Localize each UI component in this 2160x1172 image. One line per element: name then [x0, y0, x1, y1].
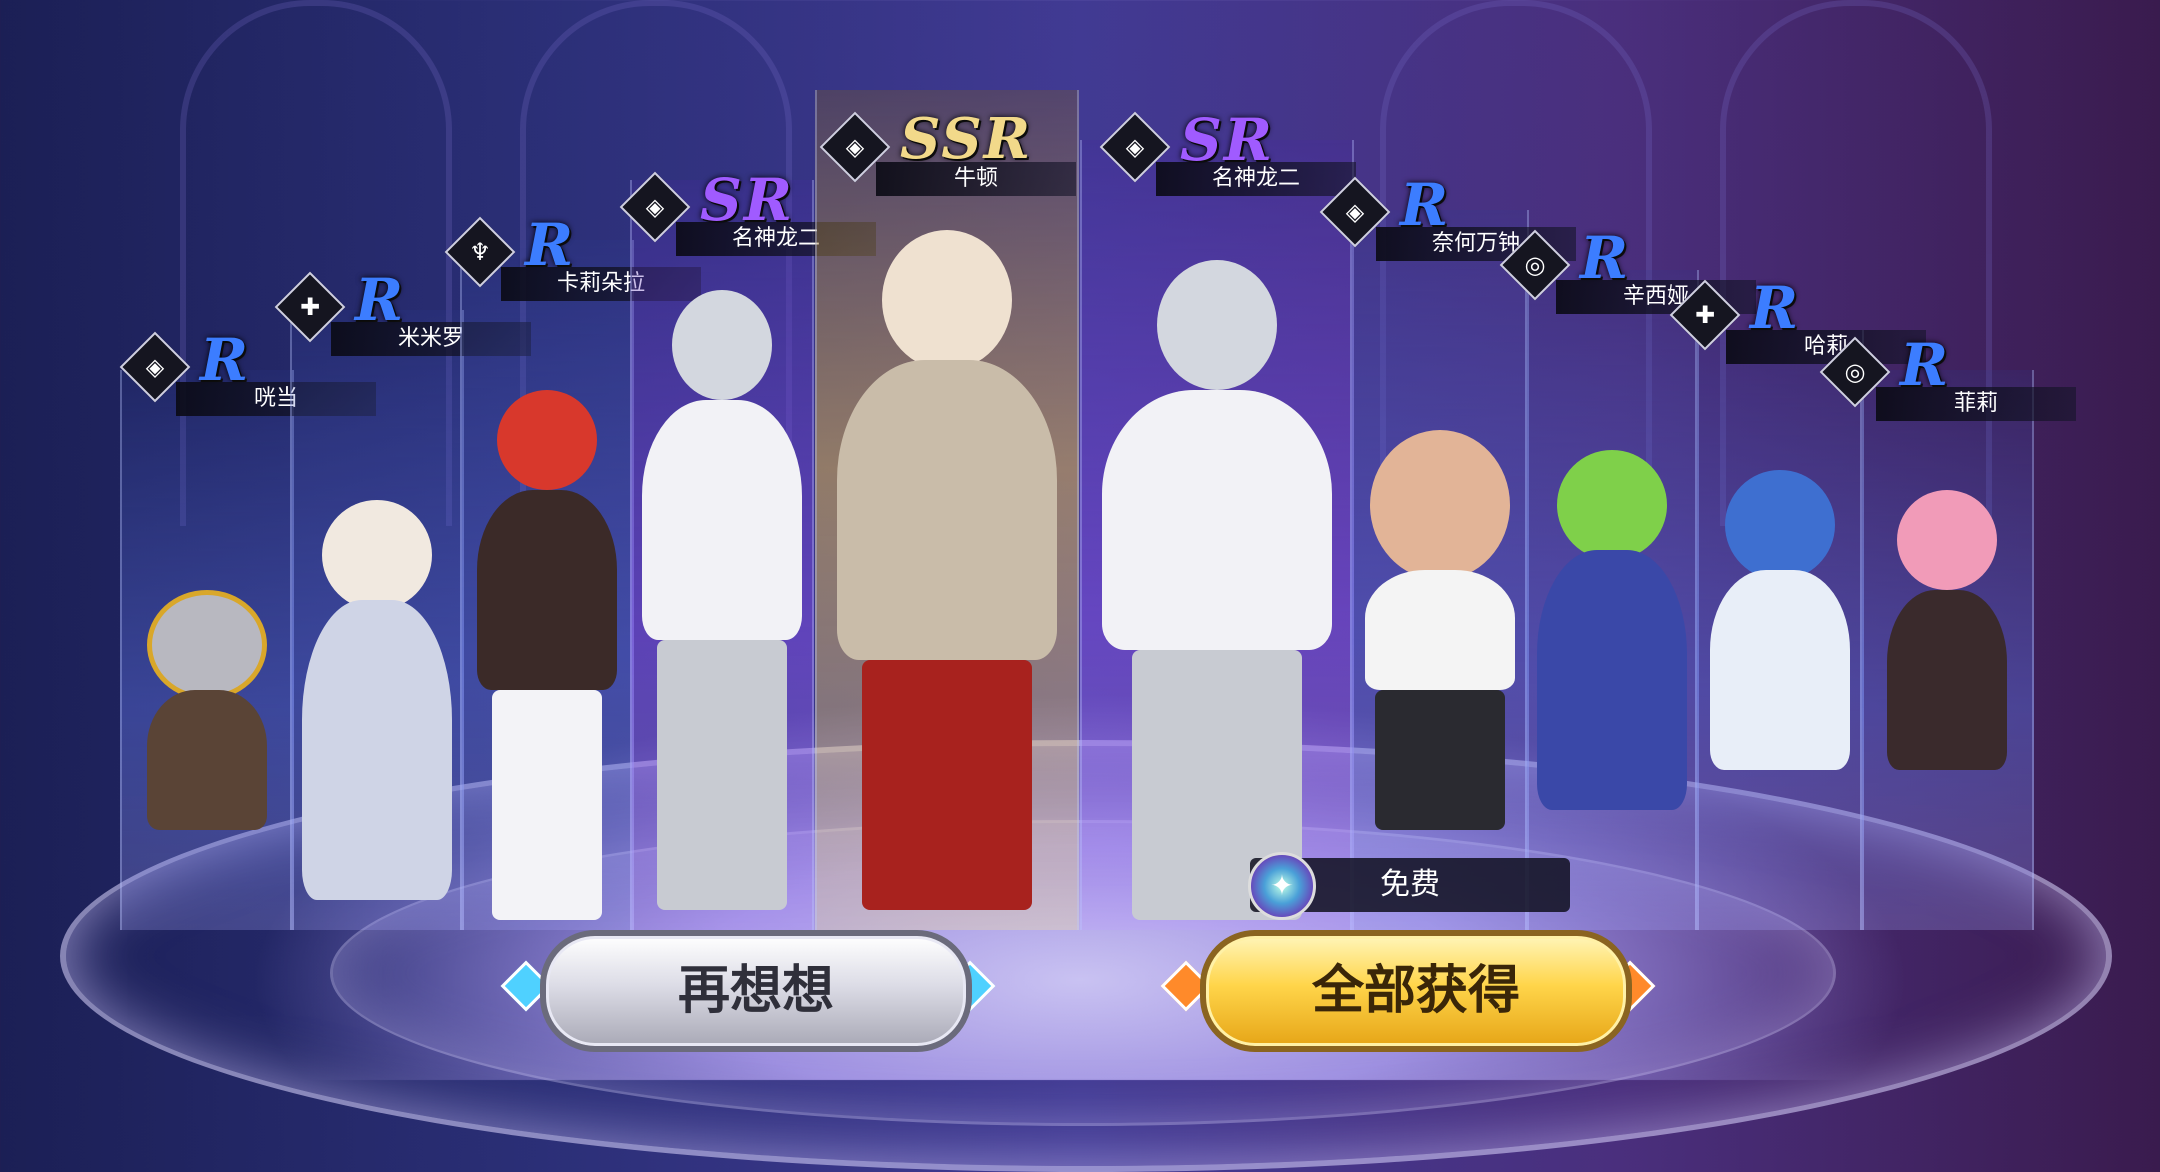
card-6[interactable]: [1080, 140, 1354, 930]
character-art: [1700, 450, 1860, 930]
card-7[interactable]: [1350, 210, 1529, 930]
card-3[interactable]: [460, 240, 634, 930]
character-art: [637, 270, 807, 930]
claim-all-button[interactable]: 全部获得: [1200, 930, 1632, 1052]
card-5-header: ◈ SSR 牛顿: [819, 106, 1120, 210]
card-2[interactable]: [290, 310, 464, 930]
card-1[interactable]: [120, 370, 294, 930]
character-art: [297, 470, 457, 930]
summon-ticket-icon: ✦: [1248, 852, 1316, 920]
character-art: [467, 370, 627, 930]
gacha-result-screen: ◈ R 咣当 ✚ R 米米罗 ♆ R 卡莉朵拉 ◈ SR 名神龙二 ◈ SSR …: [0, 0, 2160, 1172]
character-art: [1097, 230, 1337, 930]
character-art: [827, 210, 1067, 930]
card-8[interactable]: [1525, 270, 1699, 930]
card-4[interactable]: [630, 180, 814, 930]
character-name: 菲莉: [1876, 387, 2076, 421]
card-10-header: ◎ R 菲莉: [1819, 331, 2090, 435]
character-name: 名神龙二: [1156, 162, 1356, 196]
reconsider-button[interactable]: 再想想: [540, 930, 972, 1052]
card-10[interactable]: [1860, 370, 2034, 930]
card-5[interactable]: [815, 90, 1079, 930]
character-art: [1532, 430, 1692, 930]
character-art: [1872, 470, 2022, 930]
character-art: [137, 550, 277, 850]
character-art: [1355, 420, 1525, 840]
character-name: 牛顿: [876, 162, 1076, 196]
